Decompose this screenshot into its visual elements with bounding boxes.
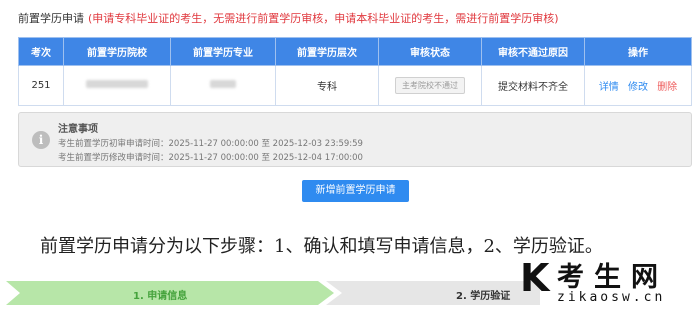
- watermark-logo: K: [520, 256, 550, 300]
- notice-line-initial: 考生前置学历初审申请时间：2025-11-27 00:00:00 至 2025-…: [58, 139, 363, 149]
- step-1-label: 1. 申请信息: [133, 291, 188, 302]
- watermark-name: 考生网: [557, 262, 668, 293]
- delete-link[interactable]: 删除: [657, 82, 677, 93]
- page-header: 前置学历申请 (申请专科毕业证的考生，无需进行前置学历审核，申请本科毕业证的考生，…: [18, 10, 559, 26]
- edit-link[interactable]: 修改: [628, 82, 648, 93]
- cell-reason: 提交材料不齐全: [481, 65, 585, 106]
- cell-status: 主考院校不通过: [378, 65, 482, 106]
- col-reason: 审核不通过原因: [481, 37, 585, 66]
- col-major: 前置学历专业: [170, 37, 276, 66]
- watermark-url: zikaosw.cn: [557, 290, 666, 305]
- col-school: 前置学历院校: [63, 37, 171, 66]
- col-level: 前置学历层次: [275, 37, 379, 66]
- notice-title: 注意事项: [58, 124, 98, 135]
- blurred-major-text: [210, 80, 236, 88]
- cell-exam-no: 251: [18, 65, 64, 106]
- col-status: 审核状态: [378, 37, 482, 66]
- step-2-label: 2. 学历验证: [456, 291, 511, 302]
- status-badge: 主考院校不通过: [395, 77, 465, 94]
- notice-line-modify: 考生前置学历修改申请时间：2025-11-27 00:00:00 至 2025-…: [58, 153, 363, 163]
- table-row: 251 专科 主考院校不通过 提交材料不齐全 详情 修改 删除: [18, 65, 692, 106]
- page-title: 前置学历申请: [18, 12, 84, 25]
- blurred-school-text: [86, 80, 148, 88]
- caption-text: 前置学历申请分为以下步骤：1、确认和填写申请信息，2、学历验证。: [40, 236, 603, 257]
- application-table: 考次 前置学历院校 前置学历专业 前置学历层次 审核状态 审核不通过原因 操作 …: [18, 37, 692, 106]
- cell-major: [170, 65, 276, 106]
- add-application-button[interactable]: 新增前置学历申请: [302, 180, 409, 202]
- detail-link[interactable]: 详情: [599, 82, 619, 93]
- col-actions: 操作: [584, 37, 692, 66]
- table-header-row: 考次 前置学历院校 前置学历专业 前置学历层次 审核状态 审核不通过原因 操作: [18, 37, 692, 66]
- cell-level: 专科: [275, 65, 379, 106]
- notice-box: i 注意事项 考生前置学历初审申请时间：2025-11-27 00:00:00 …: [18, 112, 692, 167]
- cell-actions: 详情 修改 删除: [584, 65, 692, 106]
- cell-school: [63, 65, 171, 106]
- info-icon: i: [32, 131, 50, 149]
- header-note: (申请专科毕业证的考生，无需进行前置学历审核，申请本科毕业证的考生，需进行前置学…: [88, 12, 559, 25]
- col-exam-no: 考次: [18, 37, 64, 66]
